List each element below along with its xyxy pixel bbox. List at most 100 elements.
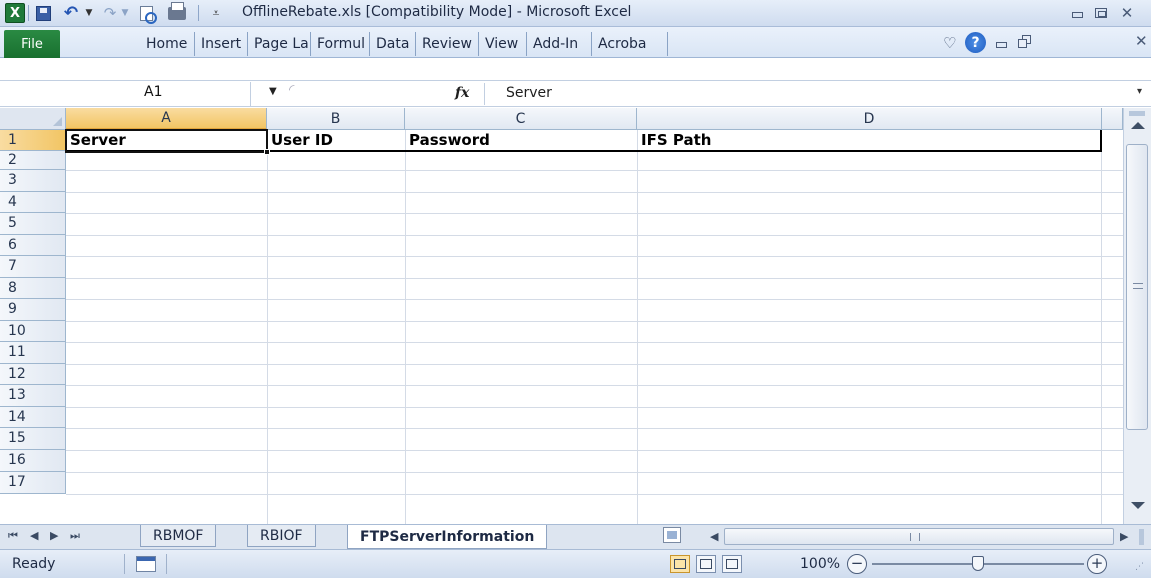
sheet-tab-ftpserverinformation[interactable]: FTPServerInformation [347, 525, 548, 549]
zoom-level[interactable]: 100% [800, 556, 840, 572]
select-all-corner[interactable] [0, 108, 66, 130]
maximize-button[interactable] [1092, 5, 1110, 21]
tab-home[interactable]: Home [140, 32, 195, 56]
formula-cancel-icon: ◜ [289, 82, 295, 98]
row-header-15[interactable]: 15 [0, 428, 66, 450]
cell-d1[interactable]: IFS Path [637, 130, 1101, 151]
normal-view-icon[interactable] [670, 555, 690, 573]
grid-line [66, 450, 1123, 451]
fill-handle[interactable] [264, 149, 270, 155]
vertical-scroll-thumb[interactable] [1126, 144, 1148, 430]
name-box-dropdown-icon[interactable]: ▼ [269, 86, 277, 97]
row-header-14[interactable]: 14 [0, 407, 66, 428]
split-handle[interactable] [1129, 111, 1145, 116]
horizontal-scroll-thumb[interactable] [724, 528, 1114, 545]
row-header-17[interactable]: 17 [0, 472, 66, 494]
print-icon[interactable] [165, 1, 189, 23]
row-header-10[interactable]: 10 [0, 321, 66, 342]
scroll-left-icon[interactable]: ◀ [710, 530, 718, 543]
workbook-close-icon[interactable]: ✕ [1135, 32, 1148, 50]
undo-icon[interactable]: ↶ [60, 3, 82, 23]
page-layout-view-icon[interactable] [696, 555, 716, 573]
zoom-slider-thumb[interactable] [972, 556, 984, 571]
ribbon-collapse-icon[interactable]: ♡ [943, 34, 956, 52]
grid-line [66, 235, 1123, 236]
scroll-down-icon[interactable] [1131, 502, 1145, 509]
grid-line [66, 321, 1123, 322]
row-header-4[interactable]: 4 [0, 192, 66, 213]
grid-line [66, 278, 1123, 279]
page-break-view-icon[interactable] [722, 555, 742, 573]
prev-sheet-icon[interactable]: ◀ [30, 529, 38, 542]
grid-line [66, 428, 1123, 429]
minimize-button[interactable] [1068, 5, 1086, 21]
zoom-in-icon[interactable]: + [1087, 554, 1107, 574]
grid-line [66, 472, 1123, 473]
formula-input[interactable]: Server [506, 85, 552, 101]
grid-line [405, 130, 406, 524]
cell-c1[interactable]: Password [405, 130, 637, 151]
expand-formula-bar-icon[interactable]: ▾ [1137, 86, 1142, 97]
row-header-1[interactable]: 1 [0, 130, 66, 151]
tab-view[interactable]: View [479, 32, 527, 56]
qat-separator [28, 5, 29, 21]
tab-data[interactable]: Data [370, 32, 416, 56]
tab-add-ins[interactable]: Add-In [527, 32, 592, 56]
workbook-restore-button[interactable] [1018, 35, 1032, 49]
tab-review[interactable]: Review [416, 32, 479, 56]
horizontal-scrollbar[interactable]: ◀ ▶ [710, 528, 1130, 546]
row-header-5[interactable]: 5 [0, 213, 66, 235]
row-header-16[interactable]: 16 [0, 450, 66, 472]
print-preview-icon[interactable] [135, 3, 157, 24]
column-header-c[interactable]: C [405, 108, 637, 130]
tab-acrobat[interactable]: Acroba [592, 32, 668, 56]
resize-grip-icon[interactable]: ⋰ [1135, 562, 1144, 572]
row-header-6[interactable]: 6 [0, 235, 66, 256]
tab-page-layout[interactable]: Page La [248, 32, 311, 56]
insert-sheet-icon[interactable] [663, 527, 681, 543]
tab-insert[interactable]: Insert [195, 32, 248, 56]
row-header-13[interactable]: 13 [0, 385, 66, 407]
help-icon[interactable]: ? [965, 32, 986, 53]
row-header-8[interactable]: 8 [0, 278, 66, 299]
scroll-right-icon[interactable]: ▶ [1120, 530, 1128, 543]
macro-recording-icon[interactable] [136, 556, 156, 572]
cell-b1[interactable]: User ID [267, 130, 405, 151]
scroll-up-icon[interactable] [1131, 122, 1145, 129]
row-header-2[interactable]: 2 [0, 151, 66, 170]
row-header-9[interactable]: 9 [0, 299, 66, 321]
column-header-a[interactable]: A [66, 108, 267, 130]
grid-line [66, 213, 1123, 214]
last-sheet-icon[interactable]: ⏭ [70, 529, 80, 543]
insert-function-icon[interactable]: fx [455, 85, 469, 101]
zoom-out-icon[interactable]: − [847, 554, 867, 574]
first-sheet-icon[interactable]: ⏮ [8, 529, 18, 543]
column-header-d[interactable]: D [637, 108, 1102, 130]
status-separator [124, 554, 125, 574]
row-header-11[interactable]: 11 [0, 342, 66, 364]
sheet-tab-rbmof[interactable]: RBMOF [140, 525, 217, 547]
next-sheet-icon[interactable]: ▶ [50, 529, 58, 542]
column-header-e[interactable] [1102, 108, 1123, 130]
tab-file[interactable]: File [4, 30, 60, 58]
vertical-scrollbar[interactable] [1123, 108, 1151, 524]
redo-dropdown-icon[interactable]: ▼ [120, 3, 130, 23]
workbook-minimize-button[interactable] [996, 42, 1007, 48]
undo-dropdown-icon[interactable]: ▼ [84, 3, 94, 23]
name-box[interactable]: A1 [1, 82, 251, 106]
sheet-tab-rbiof[interactable]: RBIOF [247, 525, 316, 547]
scroll-grip-icon [1133, 283, 1143, 289]
redo-icon[interactable]: ↷ [100, 3, 120, 23]
scroll-grip-icon [910, 533, 920, 541]
row-header-3[interactable]: 3 [0, 170, 66, 192]
column-header-b[interactable]: B [267, 108, 405, 130]
close-icon[interactable]: ✕ [1118, 4, 1136, 22]
save-icon[interactable] [33, 3, 53, 23]
row-header-7[interactable]: 7 [0, 256, 66, 278]
tab-formulas[interactable]: Formul [311, 32, 370, 56]
split-handle[interactable] [1139, 529, 1144, 545]
excel-icon[interactable]: X [5, 3, 25, 23]
worksheet-grid[interactable]: A B C D 1 2 3 4 5 6 7 8 9 10 11 12 13 14… [0, 108, 1123, 524]
customize-qat-icon[interactable]: ⩡ [208, 3, 224, 23]
row-header-12[interactable]: 12 [0, 364, 66, 385]
